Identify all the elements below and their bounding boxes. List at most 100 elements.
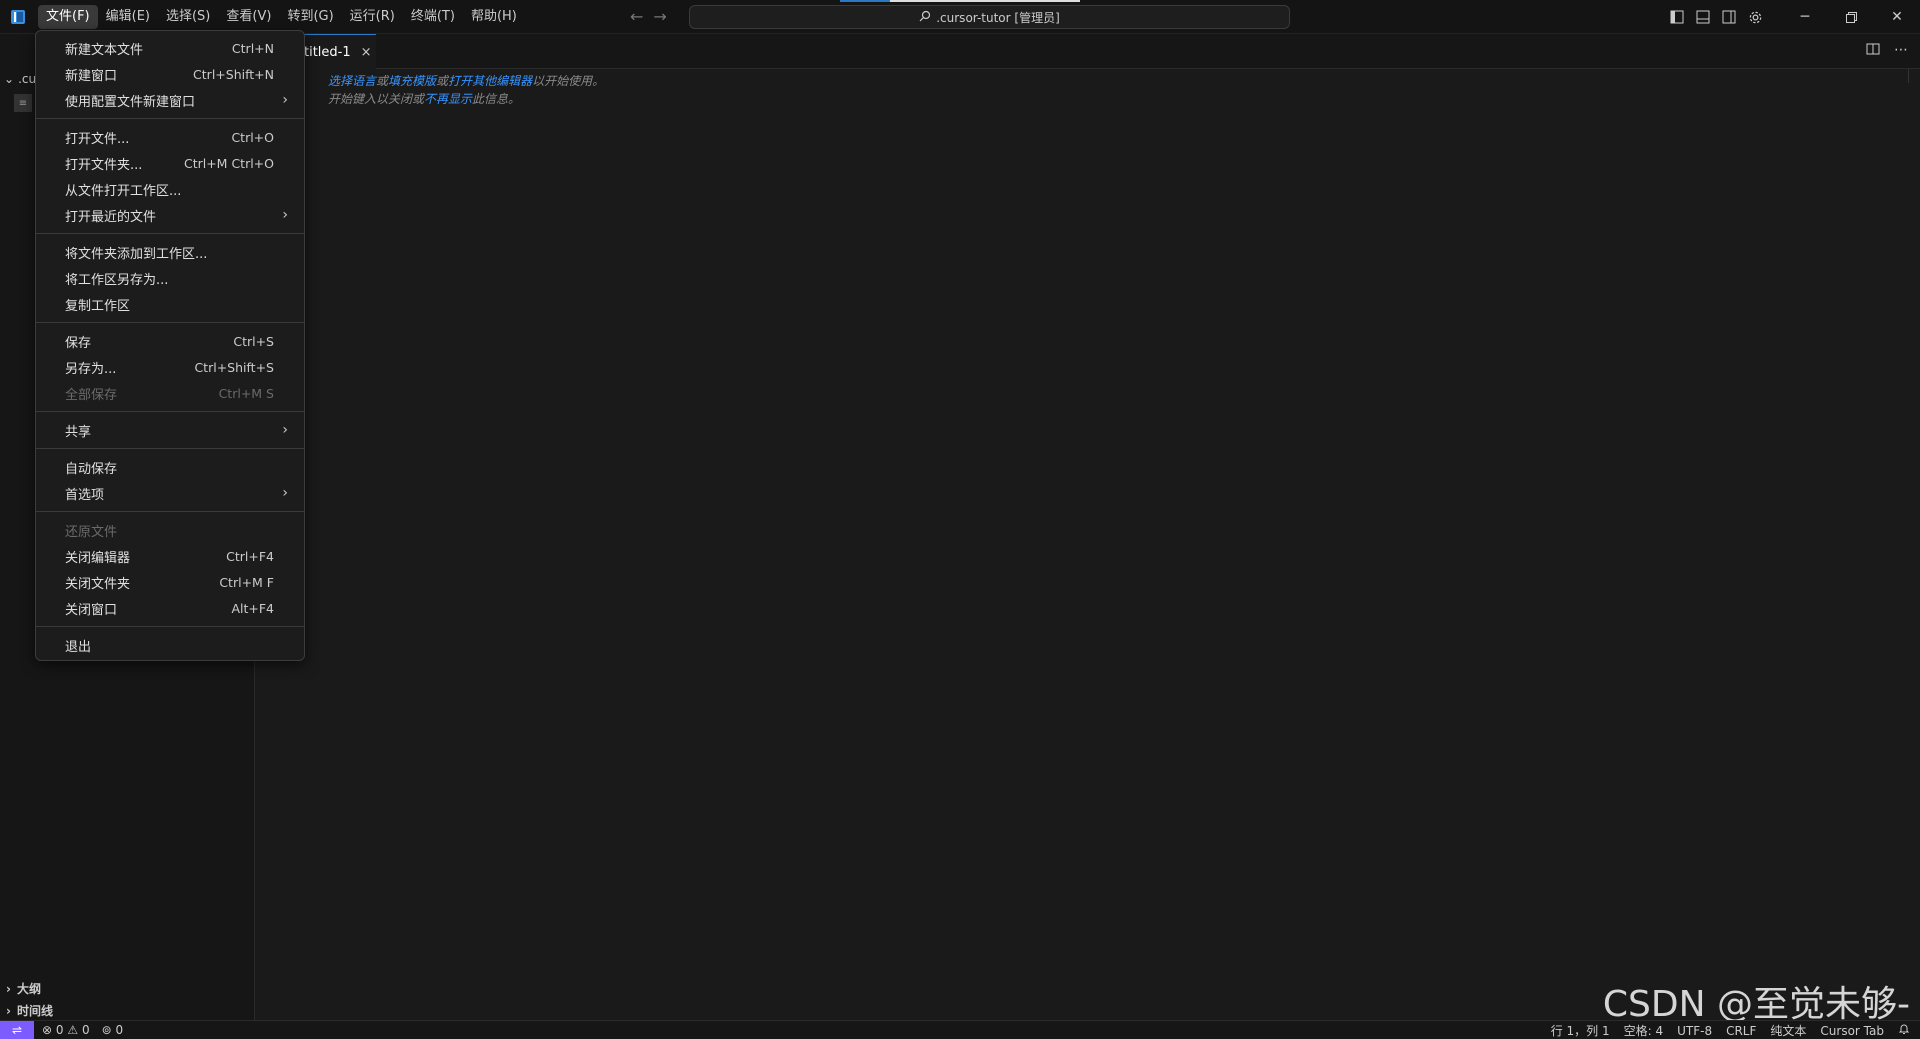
toggle-panel-icon[interactable] (1690, 0, 1716, 34)
end-of-line[interactable]: CRLF (1726, 1024, 1756, 1038)
file-menu-item[interactable]: 自动保存 (36, 454, 304, 480)
file-menu-item[interactable]: 新建窗口 Ctrl+Shift+N (36, 61, 304, 87)
menu-item-label: 从文件打开工作区... (65, 183, 182, 199)
outline-panel-header[interactable]: › 大纲 (6, 980, 41, 997)
menu-separator (36, 233, 304, 234)
title-bar-actions: ─ ✕ (1664, 0, 1920, 34)
split-editor-icon[interactable] (1866, 42, 1880, 60)
file-menu-item[interactable]: 退出 (36, 632, 304, 658)
menu-item-shortcut: Ctrl+M Ctrl+O (183, 155, 274, 171)
menu-item-label: 关闭编辑器 (65, 550, 131, 566)
settings-gear-icon[interactable] (1742, 0, 1768, 34)
menu-separator (36, 322, 304, 323)
search-icon (919, 10, 931, 25)
chevron-right-icon: › (6, 1003, 11, 1018)
file-menu-item[interactable]: 打开文件... Ctrl+O (36, 124, 304, 150)
back-arrow-icon[interactable]: ← (630, 7, 643, 26)
menu-terminal[interactable]: 终端(T) (403, 5, 463, 29)
file-menu-item[interactable]: 关闭窗口 Alt+F4 (36, 595, 304, 621)
file-menu-item[interactable]: 首选项 › (36, 480, 304, 506)
forward-arrow-icon[interactable]: → (653, 7, 666, 26)
editor-area[interactable]: 选择语言或填充模版或打开其他编辑器以开始使用。 开始键入以关闭或不再显示此信息。 (256, 69, 1920, 1020)
menu-view[interactable]: 查看(V) (218, 5, 279, 29)
restore-icon[interactable] (1828, 0, 1874, 34)
menu-item-shortcut: Ctrl+Shift+N (193, 66, 274, 82)
menu-item-label: 新建文本文件 (65, 42, 144, 58)
chevron-right-icon: › (282, 92, 288, 108)
timeline-label: 时间线 (16, 1004, 53, 1018)
open-other-editor-link[interactable]: 打开其他编辑器 (448, 74, 532, 88)
file-menu-item[interactable]: 保存 Ctrl+S (36, 328, 304, 354)
ports-indicator[interactable]: ⊚ 0 (102, 1023, 124, 1037)
cursor-tab-status[interactable]: Cursor Tab (1820, 1024, 1884, 1038)
file-menu-item[interactable]: 新建文本文件 Ctrl+N (36, 35, 304, 61)
menu-help[interactable]: 帮助(H) (463, 5, 525, 29)
menu-selection[interactable]: 选择(S) (158, 5, 218, 29)
menu-item-shortcut: Ctrl+F4 (226, 548, 274, 564)
command-center[interactable]: .cursor-tutor [管理员] (689, 5, 1290, 29)
chevron-right-icon: › (282, 485, 288, 501)
file-menu-item[interactable]: 将文件夹添加到工作区... (36, 239, 304, 265)
file-menu-item[interactable]: 复制工作区 (36, 291, 304, 317)
chevron-right-icon: › (282, 422, 288, 438)
toggle-primary-sidebar-icon[interactable] (1664, 0, 1690, 34)
editor-actions: ⋯ (1866, 42, 1908, 60)
encoding[interactable]: UTF-8 (1677, 1024, 1712, 1038)
navigation-arrows: ← → (630, 7, 667, 26)
problems-indicator[interactable]: ⊗ 0 ⚠ 0 (42, 1023, 90, 1037)
file-menu-item[interactable]: 打开最近的文件 › (36, 202, 304, 228)
file-menu-item[interactable]: 另存为... Ctrl+Shift+S (36, 354, 304, 380)
ports-count: 0 (115, 1023, 124, 1037)
menu-item-label: 关闭文件夹 (65, 576, 131, 592)
remote-indicator-icon[interactable]: ⇌ (0, 1020, 34, 1039)
file-menu-item[interactable]: 从文件打开工作区... (36, 176, 304, 202)
explorer-folder-row[interactable]: ⌄ .cu (4, 72, 36, 86)
warning-count: 0 (81, 1023, 90, 1037)
menu-go[interactable]: 转到(G) (279, 5, 341, 29)
menu-item-label: 首选项 (65, 487, 105, 503)
app-logo-icon (8, 7, 28, 27)
fill-template-link[interactable]: 填充模版 (388, 74, 436, 88)
menu-item-label: 关闭窗口 (65, 602, 118, 618)
indentation[interactable]: 空格: 4 (1624, 1022, 1664, 1039)
menu-separator (36, 118, 304, 119)
menu-edit[interactable]: 编辑(E) (98, 5, 158, 29)
file-menu-item[interactable]: 打开文件夹... Ctrl+M Ctrl+O (36, 150, 304, 176)
select-language-link[interactable]: 选择语言 (328, 74, 376, 88)
menu-item-label: 打开最近的文件 (65, 209, 157, 225)
file-menu-item[interactable]: 关闭编辑器 Ctrl+F4 (36, 543, 304, 569)
file-menu-dropdown: 新建文本文件 Ctrl+N 新建窗口 Ctrl+Shift+N 使用配置文件新建窗口 › 打… (35, 30, 305, 661)
dont-show-again-link[interactable]: 不再显示 (424, 92, 472, 106)
language-mode[interactable]: 纯文本 (1770, 1022, 1806, 1039)
notifications-bell-icon[interactable] (1898, 1023, 1910, 1038)
file-menu-item[interactable]: 将工作区另存为... (36, 265, 304, 291)
menu-separator (36, 411, 304, 412)
scrollbar[interactable] (1908, 69, 1920, 83)
timeline-panel-header[interactable]: › 时间线 (6, 1002, 53, 1019)
file-icon[interactable]: ≡ (14, 94, 32, 112)
toggle-secondary-sidebar-icon[interactable] (1716, 0, 1742, 34)
minimize-icon[interactable]: ─ (1782, 0, 1828, 34)
close-window-icon[interactable]: ✕ (1874, 0, 1920, 34)
cursor-position[interactable]: 行 1，列 1 (1551, 1022, 1610, 1039)
menu-item-label: 保存 (65, 335, 92, 351)
editor-hint-line-1: 选择语言或填充模版或打开其他编辑器以开始使用。 (328, 72, 604, 89)
menu-file[interactable]: 文件(F) (38, 4, 98, 29)
menu-run[interactable]: 运行(R) (342, 5, 403, 29)
file-menu-item[interactable]: 共享 › (36, 417, 304, 443)
menu-item-label: 将工作区另存为... (65, 272, 169, 288)
hint-text: 以开始使用。 (532, 74, 605, 88)
menu-separator (36, 511, 304, 512)
chevron-right-icon: › (282, 207, 288, 223)
folder-name: .cu (18, 72, 37, 86)
close-tab-icon[interactable]: × (361, 45, 372, 60)
editor-tabs: titled-1 × (256, 34, 1920, 69)
menu-item-shortcut: Ctrl+S (233, 333, 274, 349)
file-menu-item[interactable]: 使用配置文件新建窗口 › (36, 87, 304, 113)
file-menu-item[interactable]: 关闭文件夹 Ctrl+M F (36, 569, 304, 595)
more-actions-icon[interactable]: ⋯ (1894, 42, 1908, 60)
ports-icon: ⊚ (101, 1023, 112, 1037)
menu-item-label: 退出 (65, 639, 92, 655)
menu-item-shortcut: Ctrl+Shift+S (194, 359, 274, 375)
menu-item-shortcut: Ctrl+M S (218, 385, 274, 401)
